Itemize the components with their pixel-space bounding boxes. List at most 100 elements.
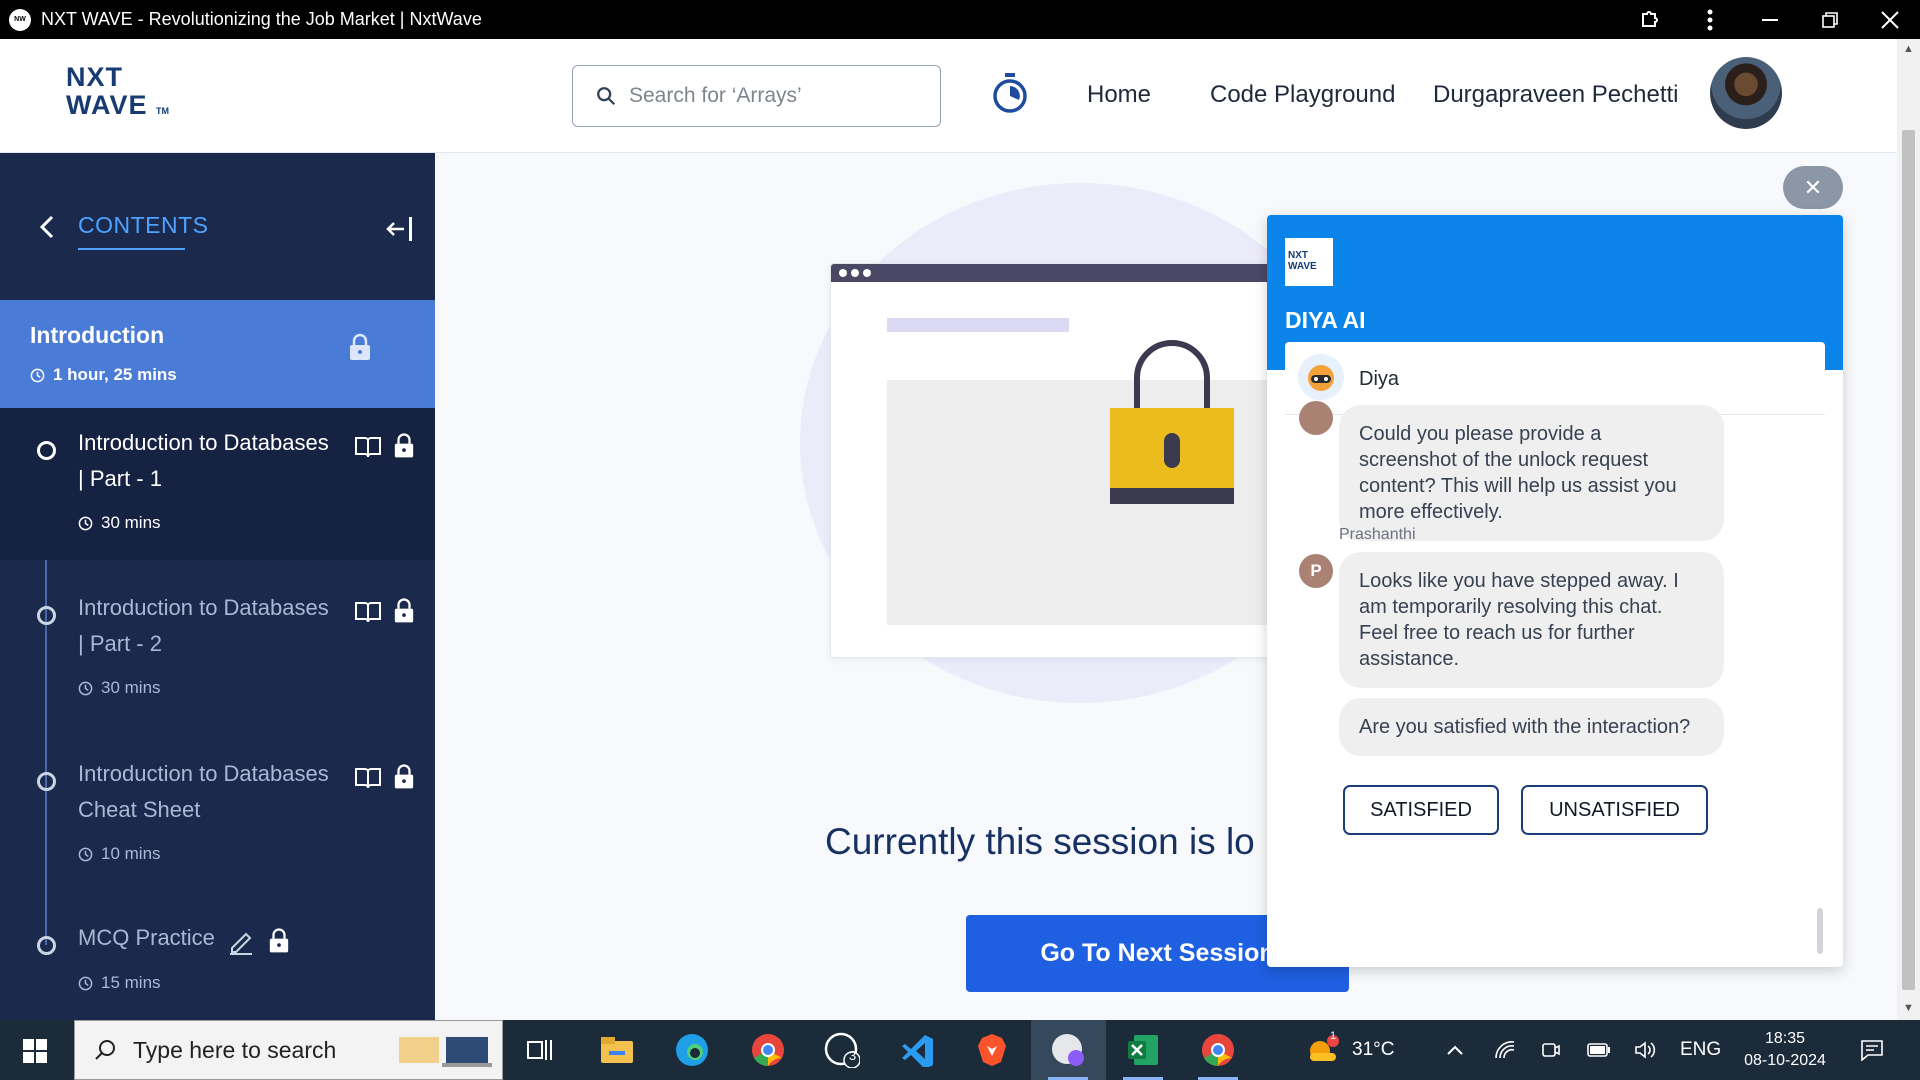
scroll-up-arrow-icon[interactable]: ▲ xyxy=(1903,43,1914,55)
topic-duration-text: 1 hour, 25 mins xyxy=(53,365,177,384)
sidebar-item-mcq-practice[interactable]: MCQ Practice 15 mins xyxy=(0,905,435,1020)
taskbar-clock[interactable]: 18:35 08-10-2024 xyxy=(1740,1028,1830,1072)
taskbar-search[interactable]: Type here to search xyxy=(74,1020,503,1080)
scroll-down-arrow-icon[interactable]: ▼ xyxy=(1903,1002,1914,1014)
minimize-icon[interactable] xyxy=(1740,0,1800,39)
sender-avatar xyxy=(1299,401,1333,435)
restore-icon[interactable] xyxy=(1800,0,1860,39)
chat-scrollbar[interactable] xyxy=(1817,908,1823,954)
item-duration: 10 mins xyxy=(78,844,161,864)
task-view-icon[interactable] xyxy=(520,1030,560,1070)
lock-icon xyxy=(394,598,414,623)
extensions-icon[interactable] xyxy=(1620,0,1680,39)
chat-message: Looks like you have stepped away. I am t… xyxy=(1339,552,1724,688)
lock-icon xyxy=(350,333,370,360)
chat-message: Could you please provide a screenshot of… xyxy=(1339,405,1724,541)
volume-icon[interactable] xyxy=(1634,1020,1656,1080)
session-locked-message: Currently this session is lo xyxy=(825,821,1255,862)
window-titlebar: NW NXT WAVE - Revolutionizing the Job Ma… xyxy=(0,0,1920,39)
item-title-line-1: Introduction to Databases xyxy=(78,761,329,786)
item-duration-text: 30 mins xyxy=(101,513,161,532)
windows-taskbar: Type here to search 3 1 31°C ENG 18:35 0… xyxy=(0,1020,1920,1080)
illustration-browser-bar xyxy=(831,264,1329,282)
chat-title: DIYA AI xyxy=(1285,307,1366,333)
whatsapp-badge: 3 xyxy=(849,1048,857,1063)
contents-tab[interactable]: CONTENTS xyxy=(78,212,209,239)
scroll-thumb[interactable] xyxy=(1902,130,1915,990)
item-duration-text: 15 mins xyxy=(101,973,161,992)
satisfied-button[interactable]: SATISFIED xyxy=(1343,785,1499,835)
edge-icon[interactable] xyxy=(672,1030,712,1070)
notifications-icon[interactable] xyxy=(1860,1020,1884,1080)
chevron-left-icon[interactable] xyxy=(36,213,58,241)
item-duration: 15 mins xyxy=(78,973,161,993)
lock-icon xyxy=(269,928,289,953)
book-icon xyxy=(355,768,381,789)
item-label: MCQ Practice xyxy=(78,920,238,956)
nxtwave-logo[interactable]: NXT WAVE TM xyxy=(66,63,186,127)
vscode-icon[interactable] xyxy=(898,1030,938,1070)
user-avatar[interactable] xyxy=(1710,57,1782,129)
item-label: Introduction to Databases Cheat Sheet xyxy=(78,756,348,828)
whatsapp-icon[interactable]: 3 xyxy=(822,1030,862,1070)
item-title-line-2: | Part - 2 xyxy=(78,631,162,656)
weather-widget[interactable]: 1 31°C xyxy=(1306,1020,1394,1080)
clock-icon xyxy=(78,976,93,990)
status-circle xyxy=(37,441,56,460)
clock-icon xyxy=(78,681,93,695)
chrome-icon[interactable] xyxy=(748,1030,788,1070)
language-indicator[interactable]: ENG xyxy=(1680,1020,1721,1080)
user-name[interactable]: Durgapraveen Pechetti xyxy=(1433,81,1678,109)
search-icon xyxy=(95,1040,115,1060)
network-icon[interactable] xyxy=(1494,1020,1516,1080)
excel-icon[interactable] xyxy=(1123,1030,1163,1070)
meet-now-icon[interactable] xyxy=(1541,1020,1561,1080)
chat-agent-name: Diya xyxy=(1359,368,1400,390)
clock-icon xyxy=(78,847,93,861)
page-scrollbar[interactable]: ▲ ▼ xyxy=(1897,39,1920,1020)
logo-line-1: NXT xyxy=(66,62,123,92)
item-duration: 30 mins xyxy=(78,678,161,698)
file-explorer-icon[interactable] xyxy=(597,1030,637,1070)
chat-sender-name: Prashanthi xyxy=(1339,526,1416,543)
chat-message: Are you satisfied with the interaction? xyxy=(1339,698,1724,756)
padlock-illustration-icon xyxy=(1110,340,1234,504)
nxtwave-app-icon[interactable] xyxy=(1048,1030,1088,1070)
collapse-sidebar-icon[interactable] xyxy=(386,215,414,243)
lock-icon xyxy=(394,433,414,458)
show-hidden-icons-chevron-icon[interactable] xyxy=(1446,1020,1464,1080)
topic-introduction[interactable]: Introduction 1 hour, 25 mins xyxy=(0,300,435,408)
nav-home-link[interactable]: Home xyxy=(1087,81,1151,109)
sidebar-item-intro-databases-part-2[interactable]: Introduction to Databases | Part - 2 30 … xyxy=(0,573,435,725)
clock-time: 18:35 xyxy=(1764,1030,1806,1047)
chrome-icon[interactable] xyxy=(1198,1030,1238,1070)
nav-code-playground-link[interactable]: Code Playground xyxy=(1210,81,1395,109)
clock-date: 08-10-2024 xyxy=(1744,1052,1826,1069)
chat-messages[interactable]: Could you please provide a screenshot of… xyxy=(1285,401,1825,952)
brave-icon[interactable] xyxy=(972,1030,1012,1070)
logo-tm: TM xyxy=(156,106,170,116)
window-controls xyxy=(1620,0,1920,39)
status-circle xyxy=(37,772,56,791)
item-label: Introduction to Databases | Part - 2 xyxy=(78,590,348,662)
sidebar-item-intro-databases-part-1[interactable]: Introduction to Databases | Part - 1 30 … xyxy=(0,408,435,560)
stopwatch-icon[interactable] xyxy=(990,71,1030,115)
close-icon[interactable] xyxy=(1860,0,1920,39)
unsatisfied-button[interactable]: UNSATISFIED xyxy=(1521,785,1708,835)
status-circle xyxy=(37,606,56,625)
windows-start-icon[interactable] xyxy=(23,1039,47,1063)
weather-badge: 1 xyxy=(1330,1030,1337,1042)
search-input[interactable] xyxy=(629,84,929,108)
taskbar-search-text: Type here to search xyxy=(133,1036,337,1063)
item-duration-text: 30 mins xyxy=(101,678,161,697)
item-title-line-2: | Part - 1 xyxy=(78,466,162,491)
more-icon[interactable] xyxy=(1680,0,1740,39)
sidebar-header: CONTENTS xyxy=(0,153,435,300)
item-duration-text: 10 mins xyxy=(101,844,161,863)
item-label: Introduction to Databases | Part - 1 xyxy=(78,425,348,497)
search-box[interactable] xyxy=(572,65,941,127)
battery-icon[interactable] xyxy=(1587,1020,1611,1080)
sidebar-item-intro-databases-cheat-sheet[interactable]: Introduction to Databases Cheat Sheet 10… xyxy=(0,739,435,891)
sender-avatar: P xyxy=(1299,554,1333,588)
chat-close-button[interactable]: ✕ xyxy=(1783,166,1843,209)
